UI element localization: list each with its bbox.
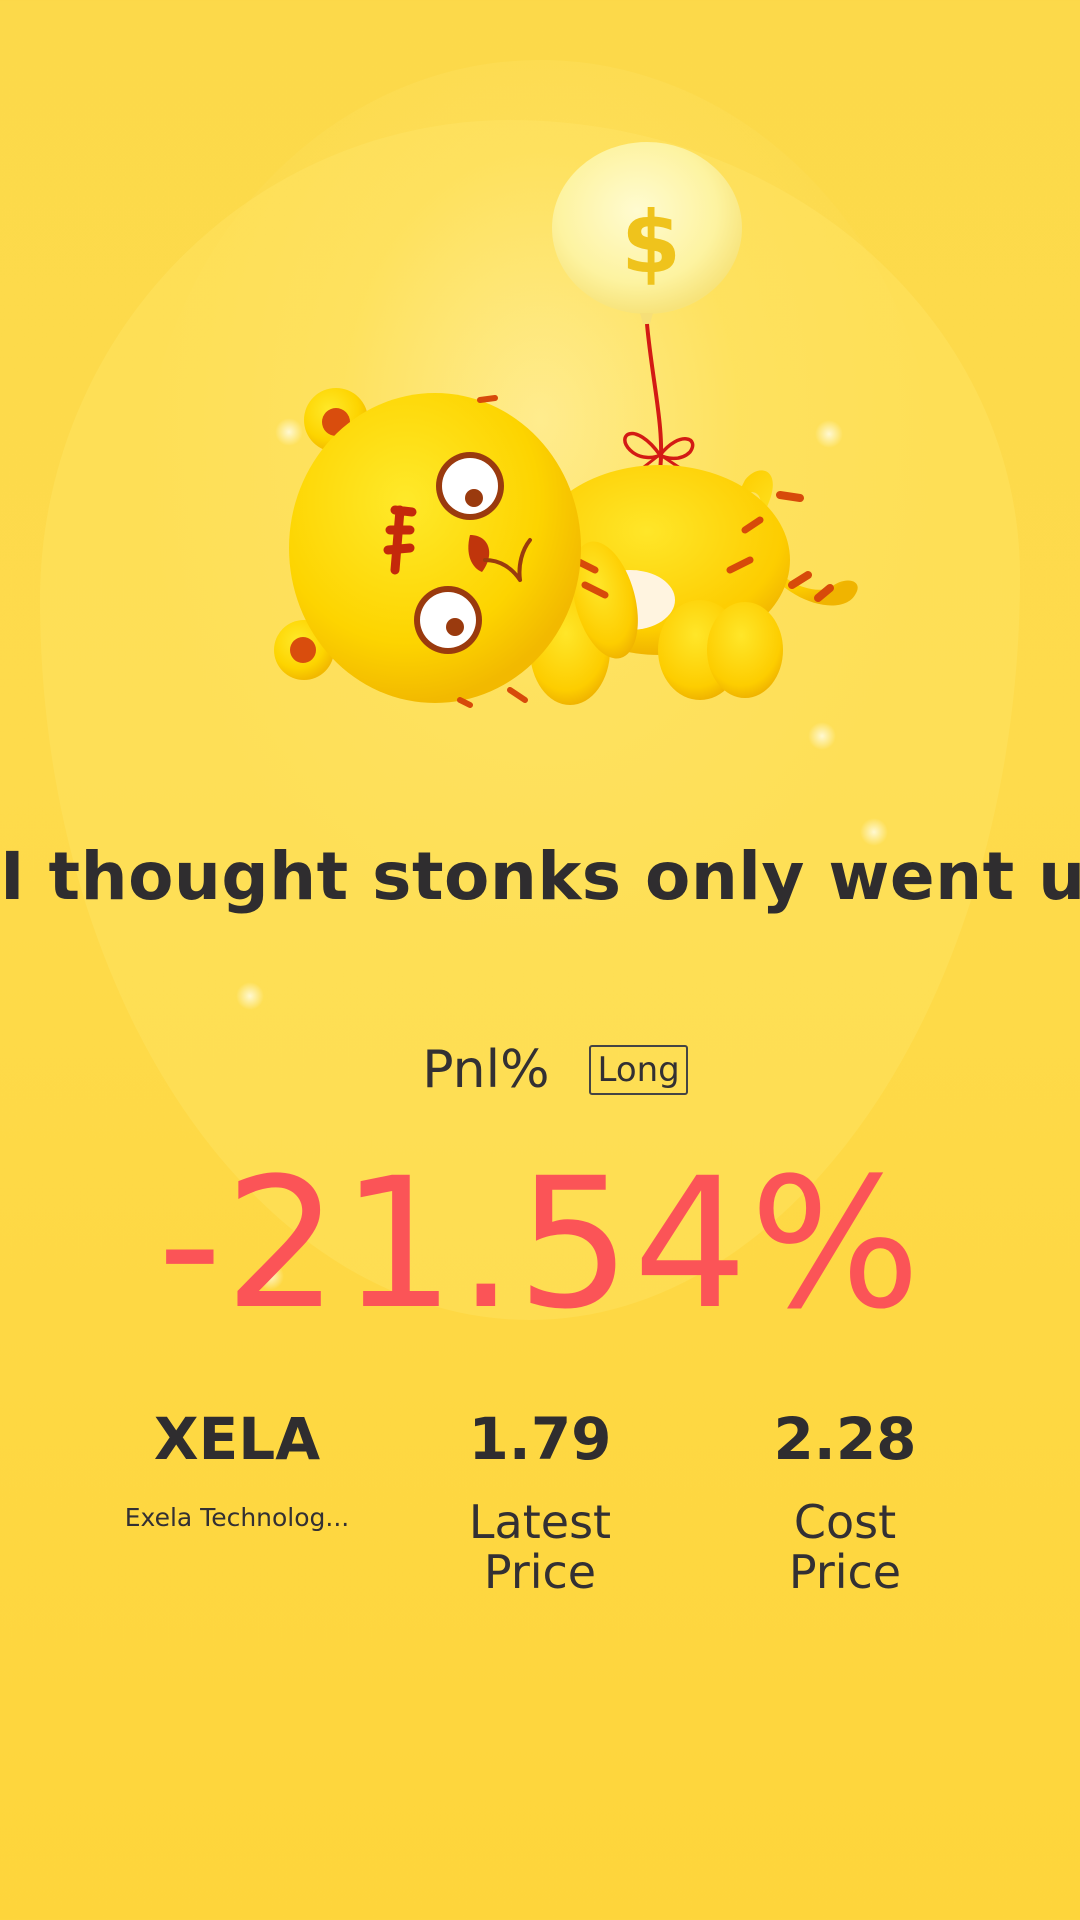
pnl-label: Pnl% (422, 1040, 550, 1100)
latest-price-stat: 1.79 Latest Price (390, 1405, 690, 1597)
position-badge: Long (589, 1045, 688, 1095)
tiger-with-balloon-icon: $ (274, 142, 858, 708)
stock-name: Exela Technolog... (124, 1503, 350, 1532)
pnl-value: -21.54% (157, 1140, 923, 1349)
cost-price-label: Cost Price (788, 1495, 902, 1599)
stock-stat: XELA Exela Technolog... (87, 1405, 387, 1532)
stock-symbol: XELA (153, 1405, 321, 1473)
cost-price-stat: 2.28 Cost Price (695, 1405, 995, 1597)
cost-price-value: 2.28 (773, 1405, 917, 1473)
sparkle-decoration (236, 982, 264, 1010)
dollar-sign-icon: $ (621, 193, 681, 293)
pnl-row: Pnl% Long (0, 1040, 1080, 1100)
latest-price-label: Latest Price (468, 1495, 612, 1599)
balloon-icon: $ (552, 142, 742, 324)
latest-price-value: 1.79 (468, 1405, 612, 1473)
headline: I thought stonks only went up (0, 838, 1080, 915)
